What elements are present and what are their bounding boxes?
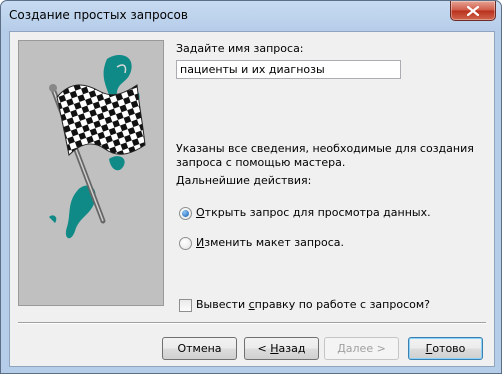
wizard-image-panel [18,40,164,306]
help-checkbox-label[interactable]: Вывести справку по работе с запросом? [196,298,430,311]
next-actions-label: Дальнейшие действия: [176,174,312,187]
checkered-flag-icon [49,55,146,239]
title-bar[interactable]: Создание простых запросов [1,1,501,31]
radio-open-query[interactable] [179,207,192,220]
next-button[interactable]: Далее > [324,337,399,360]
back-button[interactable]: < Назад [244,337,319,360]
cancel-button[interactable]: Отмена [162,337,237,360]
query-name-label: Задайте имя запроса: [176,42,304,55]
radio-selected-dot [182,210,189,217]
radio-modify-design[interactable] [179,237,192,250]
wizard-window: Создание простых запросов Задайте имя за… [0,0,502,374]
wizard-client-area: Задайте имя запроса: Указаны все сведени… [9,31,495,367]
option-modify-design-label[interactable]: Изменить макет запроса. [196,236,344,249]
info-text: Указаны все сведения, необходимые для со… [176,142,474,169]
close-icon [467,6,479,16]
close-button[interactable] [450,1,496,21]
option-open-query-label[interactable]: Открыть запрос для просмотра данных. [196,206,431,219]
help-checkbox[interactable] [179,299,192,312]
finish-button[interactable]: Готово [408,337,483,360]
query-name-input[interactable] [176,60,401,79]
separator-line [18,322,486,324]
window-title: Создание простых запросов [9,8,188,22]
